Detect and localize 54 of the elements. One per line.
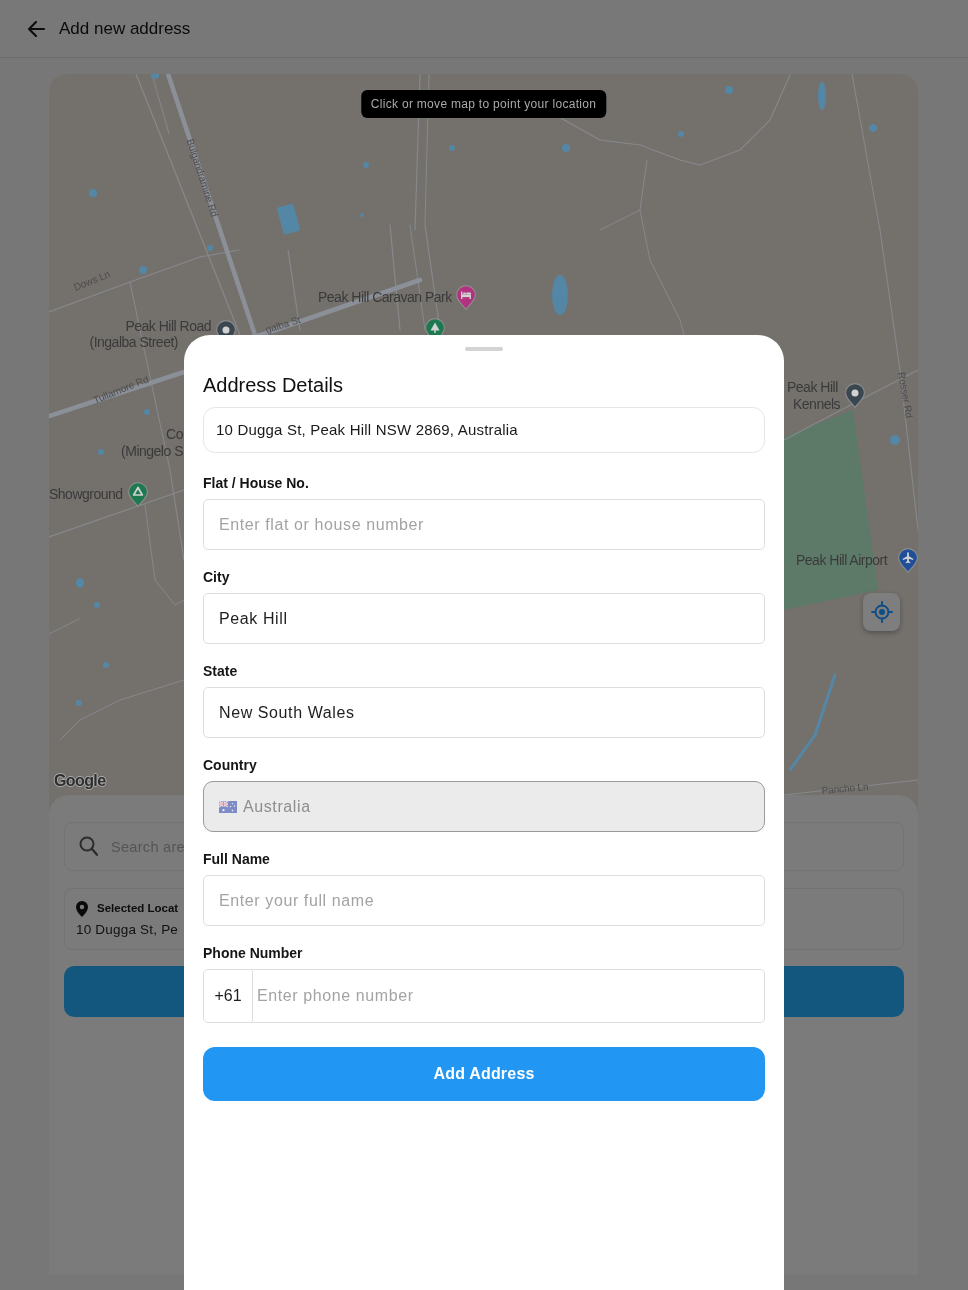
header-title: Add new address [59,17,191,40]
place-label: Co [166,427,183,441]
pond [890,435,900,445]
pond [207,245,213,251]
back-arrow-icon[interactable] [28,20,45,37]
pond [449,145,455,151]
input-field[interactable]: Enter flat or house number [203,499,765,550]
place-label: Peak Hill [787,380,838,394]
pond [89,189,97,197]
input-field[interactable]: New South Wales [203,687,765,738]
field-label: Phone Number [203,944,303,962]
field-label: Country [203,756,257,774]
pond [678,131,684,137]
field-label: City [203,568,230,586]
place-label: Peak Hill Airport [796,553,888,567]
pond [818,82,826,110]
search-icon [79,836,98,856]
pond [94,602,100,608]
pond [76,578,84,588]
address-display: 10 Dugga St, Peak Hill NSW 2869, Australia [203,407,765,453]
place-label: Showground [49,487,123,501]
phone-input[interactable]: Enter phone number [253,969,765,1023]
location-pin-icon [76,900,88,917]
pond [363,162,369,168]
pond [552,275,568,315]
pond [869,124,877,132]
pond [562,144,570,152]
locate-button[interactable] [863,593,900,631]
pond [360,213,364,217]
field-label: Flat / House No. [203,474,309,492]
input-field[interactable]: Enter your full name [203,875,765,926]
pond [151,74,159,79]
pond [725,86,733,94]
road-label: galba St [264,314,302,336]
pond [144,409,150,415]
selected-location-address: 10 Dugga St, Pe [76,921,179,940]
pond [103,662,109,668]
map-logo: Google [54,773,106,789]
pond [76,700,82,706]
pond [98,449,104,455]
crosshair-icon [870,601,893,623]
pond [139,266,147,274]
place-label: Peak Hill Road [125,319,211,333]
field-label: Full Name [203,850,270,868]
drag-handle[interactable] [465,347,503,351]
place-label: Kennels [793,397,841,411]
place-label: (Ingalba Street) [89,335,178,349]
place-label: (Mingelo S [121,444,183,458]
sheet-title: Address Details [203,373,344,397]
input-field[interactable]: Peak Hill [203,593,765,644]
place-label: Peak Hill Caravan Park [318,290,452,304]
selected-location-label: Selected Locat [97,901,179,916]
field-label: State [203,662,238,680]
map-hint-tooltip: Click or move map to point your location [360,90,607,118]
